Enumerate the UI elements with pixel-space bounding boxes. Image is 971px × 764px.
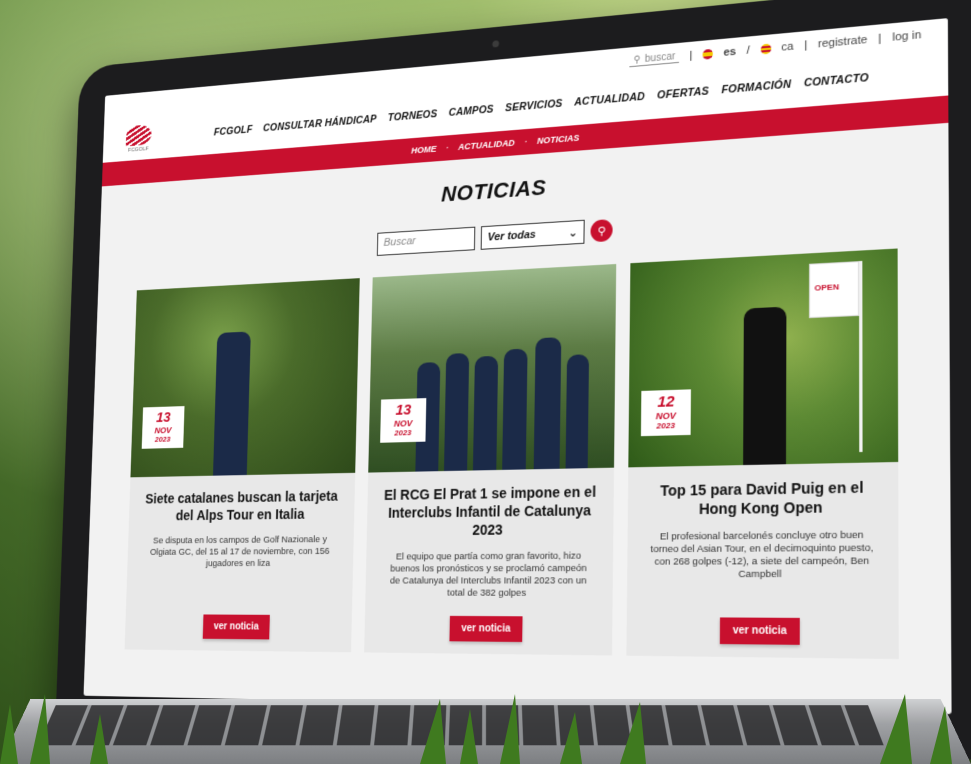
date-year: 2023	[154, 434, 171, 444]
news-card: 13 NOV 2023 El RCG El Prat 1 se impone e…	[364, 263, 617, 656]
player-figure	[443, 352, 470, 472]
news-card: OPEN 12 NOV 2023 Top 15 para David Puig …	[626, 248, 899, 660]
date-badge: 13 NOV 2023	[380, 398, 427, 443]
top-search-placeholder: buscar	[644, 51, 676, 65]
news-card: 13 NOV 2023 Siete catalanes buscan la ta…	[124, 278, 360, 653]
hong-kong-open-flag: OPEN	[808, 261, 860, 319]
laptop-keyboard-deck	[0, 699, 971, 764]
player-figure	[472, 355, 499, 471]
ver-noticia-button[interactable]: ver noticia	[449, 615, 523, 643]
search-icon[interactable]: ⚲	[633, 54, 640, 66]
nav-item-ofertas[interactable]: OFERTAS	[657, 85, 709, 101]
date-day: 13	[155, 409, 171, 426]
player-figure	[565, 354, 590, 469]
golfer-figure	[213, 331, 251, 476]
nav-item-formacion[interactable]: FORMACIÓN	[721, 78, 791, 96]
news-card-excerpt: El equipo que partía como gran favorito,…	[389, 550, 587, 599]
keyboard	[38, 705, 884, 746]
news-card-excerpt: El profesional barcelonés concluye otro …	[650, 529, 874, 581]
nav-item-fcgolf[interactable]: FCGOLF	[214, 124, 253, 138]
date-badge: 12 NOV 2023	[640, 389, 691, 437]
category-select[interactable]: Ver todas ⌄	[480, 219, 585, 250]
news-card-title[interactable]: Siete catalanes buscan la tarjeta del Al…	[129, 487, 355, 525]
logo-mark-icon	[125, 124, 152, 147]
news-grid: 13 NOV 2023 Siete catalanes buscan la ta…	[85, 246, 951, 660]
date-year: 2023	[656, 420, 675, 431]
player-figure	[502, 348, 528, 470]
nav-item-actualidad[interactable]: ACTUALIDAD	[574, 91, 645, 109]
logo-text: FCGOLF	[127, 146, 149, 154]
breadcrumb-current: NOTICIAS	[536, 132, 580, 146]
ver-noticia-button[interactable]: ver noticia	[719, 617, 800, 645]
catalonia-flag-icon[interactable]	[760, 43, 771, 55]
language-ca-link[interactable]: ca	[781, 40, 793, 53]
date-day: 13	[395, 401, 412, 419]
nav-item-servicios[interactable]: SERVICIOS	[505, 98, 563, 115]
breadcrumb-separator: ·	[445, 142, 449, 153]
flag-pole	[859, 260, 863, 453]
nav-item-contacto[interactable]: CONTACTO	[804, 72, 869, 90]
nav-item-consultar-handicap[interactable]: CONSULTAR HÁNDICAP	[263, 113, 377, 134]
player-figure	[533, 337, 562, 470]
breadcrumb-home[interactable]: HOME	[411, 144, 436, 156]
search-icon: ⚲	[597, 224, 606, 238]
news-card-image[interactable]: 13 NOV 2023	[368, 263, 617, 473]
login-link[interactable]: log in	[892, 29, 921, 44]
top-search-field[interactable]: ⚲ buscar	[629, 50, 680, 68]
date-day: 12	[657, 392, 675, 412]
nav-item-torneos[interactable]: TORNEOS	[388, 108, 438, 124]
breadcrumb-separator: ·	[524, 136, 528, 147]
chevron-down-icon: ⌄	[568, 226, 578, 240]
language-es-link[interactable]: es	[723, 46, 736, 59]
news-card-title[interactable]: El RCG El Prat 1 se impone en el Intercl…	[367, 482, 614, 540]
divider: |	[804, 39, 808, 52]
laptop-screen-bezel: ⚲ buscar | es / ca | registrate | log in…	[55, 0, 971, 760]
fcgolf-logo[interactable]: FCGOLF	[120, 124, 158, 154]
spain-flag-icon[interactable]	[702, 48, 714, 60]
golfer-figure	[743, 306, 787, 466]
ver-noticia-button[interactable]: ver noticia	[202, 614, 270, 640]
date-badge: 13 NOV 2023	[141, 406, 185, 449]
divider: |	[878, 32, 882, 46]
news-card-image[interactable]: OPEN 12 NOV 2023	[628, 248, 899, 468]
website-viewport: ⚲ buscar | es / ca | registrate | log in…	[83, 18, 952, 715]
register-link[interactable]: registrate	[818, 34, 867, 51]
webcam	[492, 40, 500, 48]
category-select-value: Ver todas	[487, 228, 536, 244]
breadcrumb-actualidad[interactable]: ACTUALIDAD	[458, 138, 515, 152]
divider: |	[689, 49, 693, 62]
nav-item-campos[interactable]: CAMPOS	[449, 104, 494, 119]
search-button[interactable]: ⚲	[590, 218, 613, 243]
date-year: 2023	[394, 428, 412, 438]
divider: /	[746, 44, 750, 57]
news-card-image[interactable]: 13 NOV 2023	[130, 278, 360, 478]
news-search-input[interactable]: Buscar	[376, 226, 476, 256]
news-card-title[interactable]: Top 15 para David Puig en el Hong Kong O…	[628, 477, 899, 519]
news-card-excerpt: Se disputa en los campos de Golf Naziona…	[149, 534, 330, 570]
